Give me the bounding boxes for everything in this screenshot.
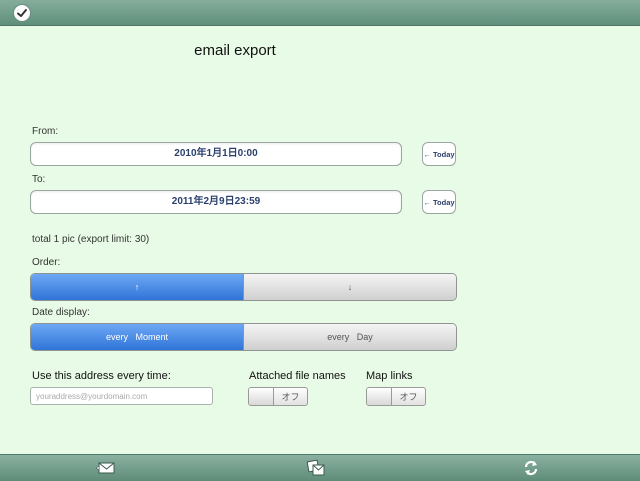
to-date-field[interactable]: 2011年2月9日23:59 — [30, 190, 402, 214]
attached-file-names-toggle[interactable]: オフ — [248, 387, 308, 406]
total-text: total 1 pic (export limit: 30) — [32, 234, 150, 245]
order-label: Order: — [32, 257, 61, 268]
map-links-toggle[interactable]: オフ — [366, 387, 426, 406]
top-toolbar — [0, 0, 640, 26]
date-display-segmented-control: every Moment every Day — [30, 323, 457, 351]
order-descending-segment[interactable]: ↓ — [243, 274, 456, 300]
attached-file-names-state: オフ — [281, 393, 300, 403]
address-label: Use this address every time: — [32, 370, 171, 382]
map-links-state: オフ — [399, 393, 418, 403]
to-label: To: — [32, 174, 46, 185]
map-links-label: Map links — [366, 370, 413, 382]
order-segmented-control: ↑ ↓ — [30, 273, 457, 301]
every-day-segment[interactable]: every Day — [243, 324, 456, 350]
toggle-knob — [367, 388, 392, 405]
date-display-label: Date display: — [32, 307, 90, 318]
from-today-button[interactable]: ← Today — [422, 142, 456, 166]
bottom-toolbar — [0, 454, 640, 481]
every-moment-segment[interactable]: every Moment — [31, 324, 243, 350]
envelope-icon[interactable] — [96, 459, 116, 477]
attached-file-names-label: Attached file names — [249, 370, 346, 382]
toggle-knob — [249, 388, 274, 405]
to-today-button[interactable]: ← Today — [422, 190, 456, 214]
photos-share-icon[interactable] — [306, 459, 326, 477]
email-address-input[interactable] — [30, 387, 213, 405]
page-title: email export — [194, 42, 276, 59]
refresh-icon[interactable] — [521, 459, 541, 477]
checkmark-icon[interactable] — [13, 4, 31, 22]
from-label: From: — [32, 126, 59, 137]
from-date-field[interactable]: 2010年1月1日0:00 — [30, 142, 402, 166]
order-ascending-segment[interactable]: ↑ — [31, 274, 243, 300]
